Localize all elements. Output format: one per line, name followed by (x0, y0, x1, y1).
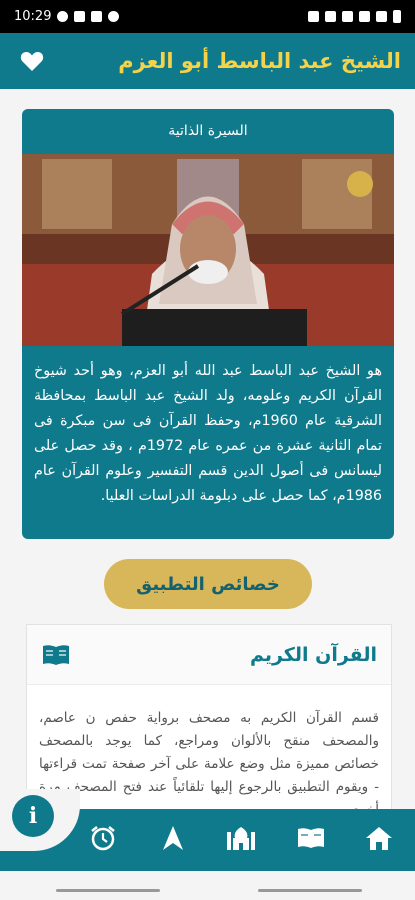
battery-icon (393, 10, 401, 23)
biography-header: السيرة الذاتية (168, 123, 248, 139)
app-bar: الشيخ عبد الباسط أبو العزم (0, 33, 415, 89)
quran-card-title: القرآن الكريم (249, 643, 377, 666)
quran-card-text: قسم القرآن الكريم به مصحف برواية حفص ن ع… (39, 710, 379, 809)
status-bar: 10:29 (0, 0, 415, 33)
home-icon (366, 827, 392, 850)
main-content[interactable]: السيرة الذاتية هو الشيخ عبد الباسط عبد ا… (0, 89, 415, 809)
book-icon (43, 644, 69, 665)
status-time: 10:29 (14, 9, 52, 24)
alarm-button[interactable] (86, 821, 120, 855)
biography-card: السيرة الذاتية هو الشيخ عبد الباسط عبد ا… (22, 109, 394, 539)
favorite-button[interactable] (20, 50, 44, 72)
heart-icon (20, 51, 44, 71)
bottom-navigation: i (0, 789, 415, 871)
mail-icon (91, 11, 103, 22)
sheikh-photo (22, 154, 394, 346)
quran-card[interactable]: القرآن الكريم قسم القرآن الكريم به مصحف … (26, 624, 392, 809)
mosque-button[interactable] (224, 821, 258, 855)
image-icon (74, 11, 86, 22)
quran-button[interactable] (294, 821, 328, 855)
qibla-icon (163, 826, 183, 850)
signal2-icon (376, 11, 387, 22)
quran-card-header: القرآن الكريم (27, 625, 391, 685)
info-button[interactable]: i (12, 795, 54, 837)
qibla-button[interactable] (156, 821, 190, 855)
mute-icon (325, 11, 336, 22)
home-button[interactable] (362, 821, 396, 855)
alarm-icon (91, 826, 115, 851)
system-navigation-bar (0, 871, 415, 900)
app-title: الشيخ عبد الباسط أبو العزم (118, 49, 401, 73)
whatsapp-icon (108, 11, 120, 22)
system-home-gesture[interactable] (258, 889, 362, 892)
signal-icon (359, 11, 370, 22)
wifi-icon (342, 11, 353, 22)
app-features-button[interactable]: خصائص التطبيق (104, 559, 312, 609)
system-back-gesture[interactable] (56, 889, 160, 892)
alarm-status-icon (308, 11, 319, 22)
biography-text: هو الشيخ عبد الباسط عبد الله أبو العزم، … (34, 363, 383, 504)
mosque-icon (227, 827, 255, 850)
notification-icon (57, 11, 69, 22)
quran-icon (298, 828, 324, 848)
